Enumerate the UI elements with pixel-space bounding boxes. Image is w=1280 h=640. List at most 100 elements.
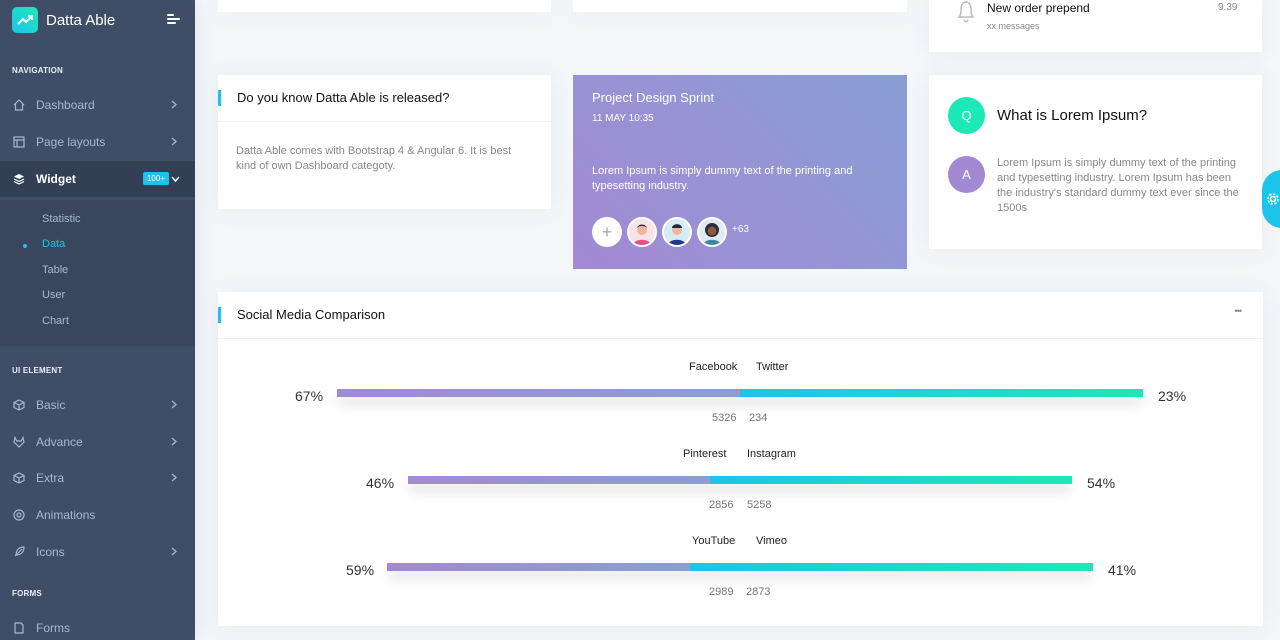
right-percentage: 54%	[1087, 475, 1116, 491]
avatar[interactable]	[697, 217, 727, 247]
comparison-bar	[408, 476, 1072, 484]
comparison-bar	[337, 389, 1143, 397]
left-percentage: 67%	[295, 388, 324, 404]
chevron-right-icon	[171, 437, 177, 446]
social-comparison-card: Social Media Comparison ••• Facebook Twi…	[218, 292, 1263, 626]
left-percentage: 59%	[346, 562, 375, 578]
left-platform-name: Facebook	[689, 361, 738, 373]
gitlab-icon	[12, 435, 26, 449]
right-percentage: 23%	[1158, 388, 1187, 404]
right-platform-name: Vimeo	[756, 535, 787, 547]
info-card-title: Do you know Datta Able is released?	[237, 90, 450, 105]
nav-label-advance: Advance	[36, 435, 83, 449]
social-card-header: Social Media Comparison •••	[218, 292, 1263, 339]
sprint-body: Lorem Ipsum is simply dummy text of the …	[592, 165, 853, 192]
feather-icon	[12, 545, 26, 559]
nav-item-extra[interactable]: Extra	[0, 460, 195, 496]
trending-up-icon	[12, 7, 38, 33]
nav-label-extra: Extra	[36, 471, 65, 485]
bell-icon	[957, 1, 975, 23]
top-card-2	[573, 0, 907, 12]
nav-item-icons[interactable]: Icons	[0, 534, 195, 570]
qa-card: Q What is Lorem Ipsum? A Lorem Ipsum is …	[929, 75, 1262, 249]
sprint-card: Project Design Sprint 11 MAY 10:35 Lorem…	[573, 75, 907, 269]
nav-caption-ui-element: UI ELEMENT	[12, 366, 63, 375]
brand[interactable]: Datta Able	[0, 0, 195, 40]
more-members-count[interactable]: +63	[732, 224, 749, 235]
left-count: 5326	[712, 412, 737, 424]
right-bar-segment	[740, 389, 1143, 397]
menu-toggle-icon[interactable]	[167, 14, 180, 26]
notification-subtitle: xx messages	[987, 21, 1040, 31]
gear-icon	[1267, 193, 1279, 205]
layers-icon	[12, 172, 26, 186]
nav-item-widget[interactable]: Widget 100+	[0, 161, 195, 197]
answer-badge: A	[948, 156, 985, 193]
brand-name: Datta Able	[46, 11, 116, 29]
sprint-date: 11 MAY 10:35	[592, 113, 654, 124]
right-count: 2873	[746, 586, 771, 598]
active-dot	[23, 244, 27, 248]
right-count: 234	[749, 412, 768, 424]
social-card-title: Social Media Comparison	[237, 307, 386, 322]
comparison-bar	[387, 563, 1093, 571]
nav-item-page-layouts[interactable]: Page layouts	[0, 124, 195, 160]
right-percentage: 41%	[1108, 562, 1137, 578]
more-options-icon[interactable]: •••	[1235, 306, 1243, 316]
box-icon	[12, 398, 26, 412]
notification-title[interactable]: New order prepend	[987, 1, 1090, 15]
nav-label-icons: Icons	[36, 545, 65, 559]
chevron-right-icon	[171, 400, 177, 409]
nav-label-forms: Forms	[36, 621, 70, 635]
chevron-right-icon	[171, 137, 177, 146]
nav-item-animations[interactable]: Animations	[0, 497, 195, 533]
submenu-item-table[interactable]: Table	[42, 264, 68, 276]
right-platform-name: Twitter	[756, 361, 789, 373]
info-card: Do you know Datta Able is released? Datt…	[218, 75, 551, 209]
question-text: What is Lorem Ipsum?	[997, 107, 1148, 124]
submenu-item-user[interactable]: User	[42, 289, 65, 301]
nav-item-dashboard[interactable]: Dashboard	[0, 87, 195, 123]
aperture-icon	[12, 508, 26, 522]
left-bar-segment	[408, 476, 710, 484]
left-bar-segment	[337, 389, 740, 397]
notification-time: 9.39	[1218, 2, 1238, 13]
nav-item-forms[interactable]: Forms	[0, 610, 195, 640]
info-card-body: Datta Able comes with Bootstrap 4 & Angu…	[236, 145, 512, 172]
nav-item-basic[interactable]: Basic	[0, 387, 195, 423]
nav-label-widget: Widget	[36, 172, 76, 186]
answer-text: Lorem Ipsum is simply dummy text of the …	[997, 157, 1239, 214]
widget-badge: 100+	[142, 172, 169, 185]
nav-caption-forms: FORMS	[12, 589, 42, 598]
sidebar: Datta Able NAVIGATION Dashboard Page lay…	[0, 0, 195, 640]
settings-toggle[interactable]	[1262, 170, 1280, 228]
top-card-1	[218, 0, 551, 12]
nav-label-dashboard: Dashboard	[36, 98, 95, 112]
left-count: 2989	[709, 586, 734, 598]
nav-item-advance[interactable]: Advance	[0, 424, 195, 460]
file-text-icon	[12, 621, 26, 635]
nav-label-basic: Basic	[36, 398, 66, 412]
avatar[interactable]	[662, 217, 692, 247]
submenu-item-data[interactable]: Data	[42, 238, 65, 250]
submenu-item-chart[interactable]: Chart	[42, 315, 69, 327]
left-bar-segment	[387, 563, 690, 571]
left-percentage: 46%	[366, 475, 395, 491]
chevron-right-icon	[171, 547, 177, 556]
avatar[interactable]	[627, 217, 657, 247]
sprint-title: Project Design Sprint	[592, 90, 715, 105]
right-bar-segment	[710, 476, 1072, 484]
question-badge: Q	[948, 97, 985, 134]
left-count: 2856	[709, 499, 734, 511]
left-platform-name: YouTube	[692, 535, 736, 547]
nav-caption-navigation: NAVIGATION	[12, 66, 64, 75]
chevron-right-icon	[171, 100, 177, 109]
notification-card: New order prepend xx messages 9.39	[929, 0, 1262, 52]
chevron-right-icon	[171, 473, 177, 482]
left-platform-name: Pinterest	[683, 448, 727, 460]
nav-label-page-layouts: Page layouts	[36, 135, 106, 149]
layout-icon	[12, 135, 26, 149]
info-card-header: Do you know Datta Able is released?	[218, 75, 551, 122]
submenu-item-statistic[interactable]: Statistic	[42, 213, 81, 225]
add-member-button[interactable]: +	[592, 217, 622, 247]
